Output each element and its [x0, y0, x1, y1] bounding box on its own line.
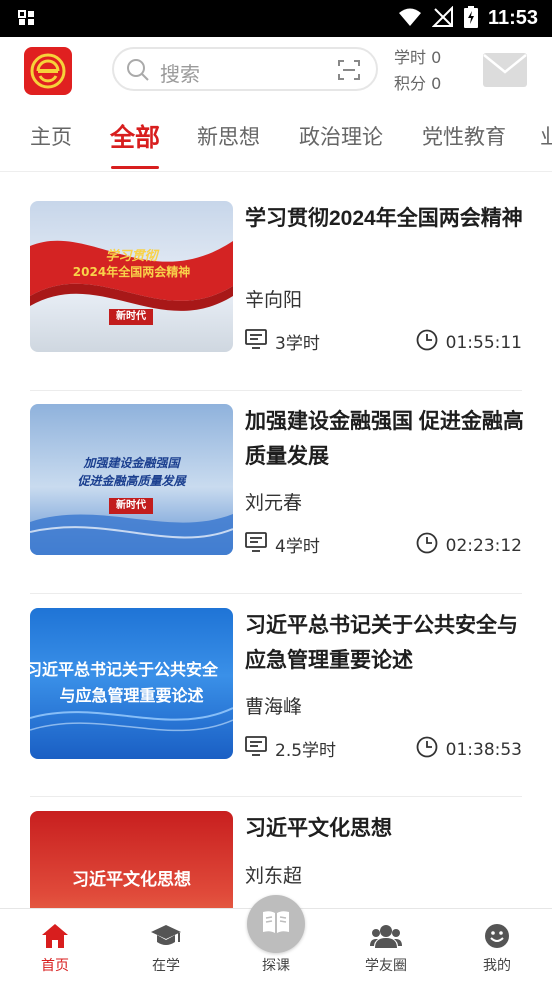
- nav-mine[interactable]: 我的: [457, 921, 537, 975]
- thumb-line-2: 2024年全国两会精神: [72, 265, 191, 279]
- course-item[interactable]: 加强建设金融强国 促进金融高质量发展 新时代 加强建设金融强国 促进金融高质量发…: [30, 404, 525, 584]
- thumb-badge: 新时代: [109, 498, 153, 514]
- tab-partial-next[interactable]: 业: [540, 121, 552, 151]
- list-divider: [30, 390, 522, 391]
- explore-course-button[interactable]: [247, 895, 305, 953]
- course-hours: 2.5学时: [245, 736, 336, 761]
- duration-value: 02:23:12: [445, 535, 522, 556]
- course-thumbnail: 习近平总书记关于公共安全 与应急管理重要论述: [30, 608, 233, 759]
- course-duration: 01:38:53: [416, 736, 522, 763]
- home-icon: [15, 921, 95, 951]
- hours-value: 3学时: [275, 334, 320, 354]
- course-thumbnail: 学习贯彻 2024年全国两会精神 新时代: [30, 201, 233, 352]
- course-title[interactable]: 学习贯彻2024年全国两会精神: [245, 201, 525, 236]
- screen-icon: [245, 532, 267, 557]
- thumb-line-2: 与应急管理重要论述: [59, 686, 204, 705]
- hours-value: 2.5学时: [275, 741, 337, 761]
- search-placeholder: 搜索: [160, 62, 200, 86]
- screen-icon: [245, 329, 267, 354]
- nav-explore-label[interactable]: 探课: [236, 955, 316, 975]
- battery-charging-icon: [463, 5, 478, 32]
- clock-icon: [416, 329, 438, 356]
- thumb-line-2: 促进金融高质量发展: [77, 474, 186, 488]
- course-thumbnail: 加强建设金融强国 促进金融高质量发展 新时代: [30, 404, 233, 555]
- course-thumbnail: 习近平文化思想: [30, 811, 233, 908]
- thumb-line-1: 习近平文化思想: [72, 870, 191, 890]
- wifi-icon: [398, 7, 422, 31]
- course-author: 辛向阳: [245, 289, 303, 311]
- course-author: 刘元春: [245, 492, 303, 514]
- course-duration: 02:23:12: [416, 532, 522, 559]
- nav-label: 我的: [483, 958, 511, 974]
- search-bar[interactable]: 搜索: [112, 47, 378, 91]
- bottom-nav: 首页 在学 探课 学友圈 我的: [0, 895, 552, 983]
- clock-icon: [416, 736, 438, 763]
- clock-time: 11:53: [487, 7, 538, 29]
- points-score: 积分 0: [394, 74, 442, 93]
- smiley-icon: [457, 921, 537, 951]
- hours-value: 4学时: [275, 537, 320, 557]
- course-title[interactable]: 习近平文化思想: [245, 811, 525, 846]
- category-tabs: 主页 全部 新思想 政治理论 党性教育 业: [0, 105, 552, 171]
- points-panel[interactable]: 学时 0 积分 0: [394, 45, 441, 97]
- course-title[interactable]: 习近平总书记关于公共安全与应急管理重要论述: [245, 608, 525, 678]
- nav-home[interactable]: 首页: [15, 921, 95, 975]
- app-logo[interactable]: [24, 47, 72, 95]
- mail-icon[interactable]: [482, 52, 528, 92]
- course-hours: 4学时: [245, 532, 320, 557]
- search-icon: [126, 58, 150, 86]
- course-item[interactable]: 学习贯彻 2024年全国两会精神 新时代 学习贯彻2024年全国两会精神 辛向阳…: [30, 201, 525, 381]
- tab-home[interactable]: 主页: [30, 121, 72, 151]
- course-item[interactable]: 习近平总书记关于公共安全 与应急管理重要论述 习近平总书记关于公共安全与应急管理…: [30, 608, 522, 788]
- tab-party-education[interactable]: 党性教育: [422, 121, 506, 151]
- thumb-line-1: 习近平总书记关于公共安全: [30, 660, 219, 679]
- nav-label: 探课: [262, 958, 290, 974]
- screen-icon: [245, 736, 267, 761]
- course-list: 学习贯彻 2024年全国两会精神 新时代 学习贯彻2024年全国两会精神 辛向阳…: [0, 172, 552, 908]
- scan-icon[interactable]: [338, 59, 360, 85]
- course-author: 曹海峰: [245, 696, 303, 718]
- tab-new-thought[interactable]: 新思想: [197, 121, 260, 151]
- tab-all[interactable]: 全部: [110, 118, 160, 154]
- nav-label: 学友圈: [365, 958, 407, 974]
- course-duration: 01:55:11: [416, 329, 522, 356]
- no-signal-icon: [431, 5, 454, 32]
- study-hours: 学时 0: [394, 48, 442, 67]
- list-divider: [30, 796, 522, 797]
- book-icon: [261, 909, 291, 939]
- graduation-cap-icon: [126, 921, 206, 951]
- course-author: 刘东超: [245, 865, 303, 887]
- app-header: 搜索 学时 0 积分 0: [0, 37, 552, 105]
- nav-label: 在学: [152, 958, 180, 974]
- tab-political-theory[interactable]: 政治理论: [299, 121, 383, 151]
- course-item[interactable]: 习近平文化思想 习近平文化思想 刘东超: [30, 811, 522, 908]
- clock-icon: [416, 532, 438, 559]
- active-tab-indicator: [111, 166, 159, 169]
- people-icon: [346, 921, 426, 951]
- thumb-line-1: 学习贯彻: [105, 249, 158, 264]
- status-bar: 11:53: [0, 0, 552, 37]
- course-hours: 3学时: [245, 329, 320, 354]
- thumb-line-1: 加强建设金融强国: [83, 456, 180, 470]
- thumb-badge: 新时代: [109, 309, 153, 325]
- list-divider: [30, 593, 522, 594]
- notification-grid-icon: [18, 10, 36, 30]
- nav-studying[interactable]: 在学: [126, 921, 206, 975]
- course-title[interactable]: 加强建设金融强国 促进金融高质量发展: [245, 404, 525, 474]
- nav-study-friends[interactable]: 学友圈: [346, 921, 426, 975]
- nav-label: 首页: [41, 958, 69, 974]
- duration-value: 01:38:53: [445, 739, 522, 760]
- duration-value: 01:55:11: [445, 332, 522, 353]
